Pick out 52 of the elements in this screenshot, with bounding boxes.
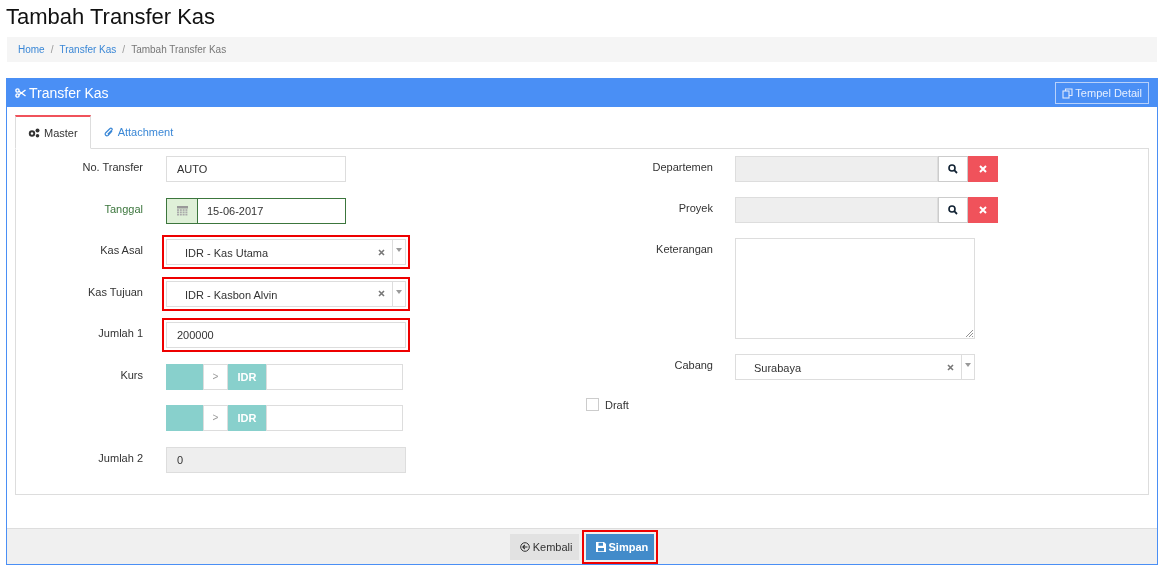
field-label: Kas Asal [99, 243, 144, 258]
caret-icon [965, 363, 971, 367]
caret-icon [396, 289, 402, 294]
field-label: Jumlah 1 [97, 326, 144, 341]
checkbox[interactable] [586, 398, 599, 411]
field-label: Jumlah 2 [97, 450, 144, 466]
close-icon [979, 165, 987, 173]
select-field[interactable]: IDR - Kasbon Alvin [166, 280, 406, 307]
search-button[interactable] [938, 156, 968, 182]
gears-icon [28, 127, 40, 138]
copy-icon [1062, 87, 1074, 99]
back-button[interactable]: Kembali [509, 533, 579, 560]
search-button[interactable] [938, 197, 968, 223]
field-label: Departemen [651, 160, 714, 175]
date-field[interactable]: 15-06-2017 [166, 197, 346, 224]
field-label: Kurs [119, 367, 144, 383]
checkbox-label: Draft [605, 398, 629, 411]
field-label: Cabang [673, 358, 714, 373]
field-label: Keterangan [655, 242, 714, 257]
close-icon [979, 206, 987, 214]
breadcrumb-current: Tambah Transfer Kas [131, 44, 227, 55]
tab[interactable]: Master [15, 115, 91, 149]
tab[interactable]: Attachment [90, 115, 187, 148]
scissors-icon [15, 88, 26, 98]
field-label: No. Transfer [81, 160, 144, 175]
search-icon [948, 164, 958, 174]
panel-title: Transfer Kas [29, 85, 109, 101]
breadcrumb-link[interactable]: Transfer Kas [59, 44, 117, 55]
resize-grip-icon [966, 330, 973, 337]
save-button[interactable]: Simpan [585, 533, 655, 560]
field-label: Kas Tujuan [86, 284, 144, 300]
search-icon [948, 205, 958, 215]
calendar-icon [176, 205, 188, 216]
page-title: Tambah Transfer Kas [5, 3, 217, 31]
select-field[interactable]: Surabaya [735, 354, 975, 380]
breadcrumb-separator: / [122, 44, 126, 55]
back-arrow-icon [519, 541, 530, 552]
lookup-field[interactable] [735, 156, 938, 182]
text-field[interactable]: 200000 [166, 322, 406, 348]
paperclip-icon [103, 126, 114, 138]
text-field[interactable]: AUTO [166, 156, 346, 182]
readonly-field: 0 [166, 446, 406, 473]
field-label: Tanggal [103, 201, 144, 217]
clear-icon [378, 290, 385, 297]
field-label: Proyek [677, 201, 714, 216]
select-field[interactable]: IDR - Kas Utama [166, 239, 406, 265]
lookup-field[interactable] [735, 197, 938, 223]
clear-icon [947, 363, 954, 371]
caret-icon [396, 248, 402, 252]
breadcrumb-separator: / [50, 44, 54, 55]
floppy-icon [595, 541, 606, 552]
clear-icon [378, 248, 385, 256]
